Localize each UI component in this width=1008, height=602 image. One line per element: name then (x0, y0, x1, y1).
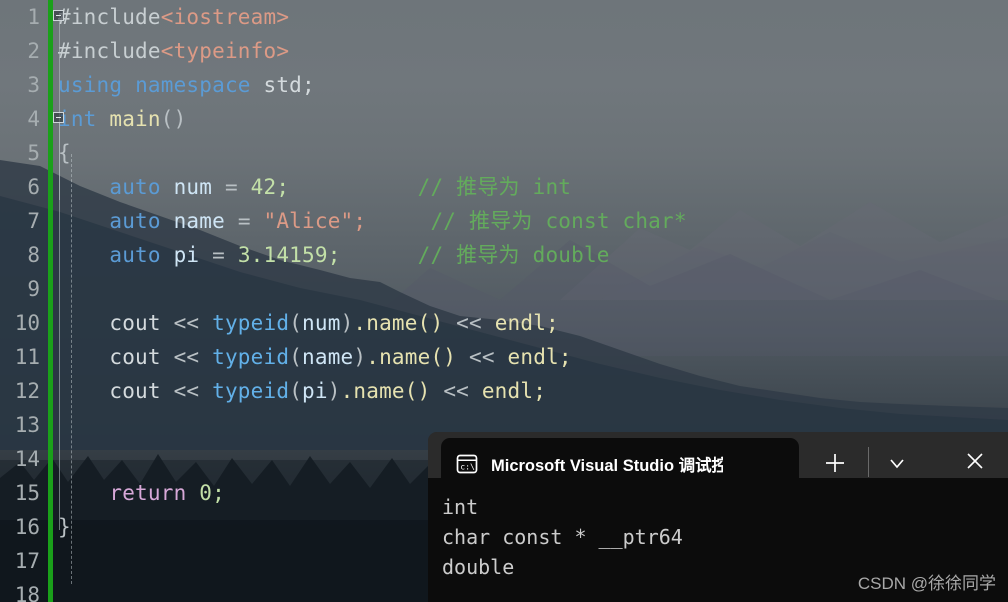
token-operator-shift: << (456, 311, 482, 335)
token-call-name: .name() (366, 345, 457, 369)
token-typeid: typeid (212, 345, 290, 369)
console-tab-title: Microsoft Visual Studio 调试控 (491, 457, 723, 475)
token-endl: endl; (494, 311, 559, 335)
terminal-cmd-icon: c:\ (455, 452, 479, 476)
token-paren-open: ( (289, 311, 303, 335)
token-number-zero: 0; (199, 481, 225, 505)
token-number-42: 42; (250, 175, 290, 199)
code-line-2: #include<typeinfo> (58, 34, 289, 68)
token-var-pi: pi (302, 379, 328, 403)
code-line-8: auto pi = 3.14159; // 推导为 double (58, 238, 610, 272)
code-line-3: using namespace std; (58, 68, 315, 102)
token-std: std; (263, 73, 315, 97)
token-include-path: <typeinfo> (160, 39, 290, 63)
scope-guide-line (59, 118, 60, 530)
token-var-num: num (302, 311, 341, 335)
code-line-7: auto name = "Alice"; // 推导为 const char* (58, 204, 687, 238)
fold-toggle-icon[interactable] (53, 112, 64, 123)
token-keyword-return: return (109, 481, 187, 505)
code-line-4: int main() (58, 102, 186, 136)
csdn-watermark: CSDN @徐徐同学 (857, 574, 996, 593)
code-line-10: cout << typeid(num).name() << endl; (58, 306, 559, 340)
token-keyword-auto: auto (109, 175, 161, 199)
token-parens: () (160, 107, 187, 131)
token-comment-double: // 推导为 double (417, 243, 610, 267)
token-paren-open: ( (289, 345, 303, 369)
indent-guide-line (71, 154, 72, 584)
code-line-6: auto num = 42; // 推导为 int (58, 170, 571, 204)
code-line-12: cout << typeid(pi).name() << endl; (58, 374, 546, 408)
screenshot-root: 1 2 3 4 5 6 7 8 9 10 11 12 13 14 15 16 1… (0, 0, 1008, 602)
token-keyword-auto: auto (109, 243, 161, 267)
token-function-main: main (109, 107, 161, 131)
token-var-name: name (173, 209, 225, 233)
token-paren-close: ) (353, 345, 367, 369)
token-operator-shift: << (173, 311, 200, 335)
token-var-name: name (302, 345, 354, 369)
token-operator-shift: << (469, 345, 495, 369)
token-keyword-using: using (58, 73, 123, 97)
token-call-name: .name() (340, 379, 431, 403)
new-tab-plus-icon[interactable] (820, 448, 850, 478)
token-paren-close: ) (327, 379, 341, 403)
close-icon[interactable] (964, 450, 986, 472)
toolbar-divider (868, 447, 869, 477)
code-line-15: return 0; (58, 476, 225, 510)
token-comment-int: // 推导为 int (417, 175, 572, 199)
console-output-line: int (442, 495, 479, 519)
console-output-line: char const * __ptr64 (442, 525, 683, 549)
token-number-pi: 3.14159; (237, 243, 341, 267)
token-operator-assign: = (237, 209, 251, 233)
token-preprocessor: #include (58, 5, 161, 29)
token-var-pi: pi (173, 243, 200, 267)
token-cout: cout (109, 311, 161, 335)
token-operator-shift: << (173, 379, 200, 403)
code-line-11: cout << typeid(name).name() << endl; (58, 340, 572, 374)
token-endl: endl; (507, 345, 572, 369)
token-call-name: .name() (353, 311, 444, 335)
token-operator-assign: = (212, 243, 225, 267)
token-typeid: typeid (212, 311, 290, 335)
token-keyword-auto: auto (109, 209, 161, 233)
token-operator-shift: << (173, 345, 200, 369)
token-operator-assign: = (224, 175, 238, 199)
token-preprocessor: #include (58, 39, 161, 63)
token-cout: cout (109, 379, 161, 403)
token-comment-constcharptr: // 推导为 const char* (430, 209, 687, 233)
token-paren-close: ) (340, 311, 354, 335)
code-line-1: #include<iostream> (58, 0, 289, 34)
token-typeid: typeid (212, 379, 290, 403)
token-keyword-namespace: namespace (135, 73, 251, 97)
token-endl: endl; (481, 379, 547, 403)
token-cout: cout (109, 345, 161, 369)
fold-toggle-icon[interactable] (53, 10, 64, 21)
token-operator-shift: << (443, 379, 469, 403)
chevron-down-icon[interactable] (884, 450, 910, 476)
token-var-num: num (173, 175, 213, 199)
token-paren-open: ( (289, 379, 303, 403)
token-include-path: <iostream> (160, 5, 290, 29)
token-string-alice: "Alice"; (263, 209, 367, 233)
svg-text:c:\: c:\ (460, 462, 475, 472)
